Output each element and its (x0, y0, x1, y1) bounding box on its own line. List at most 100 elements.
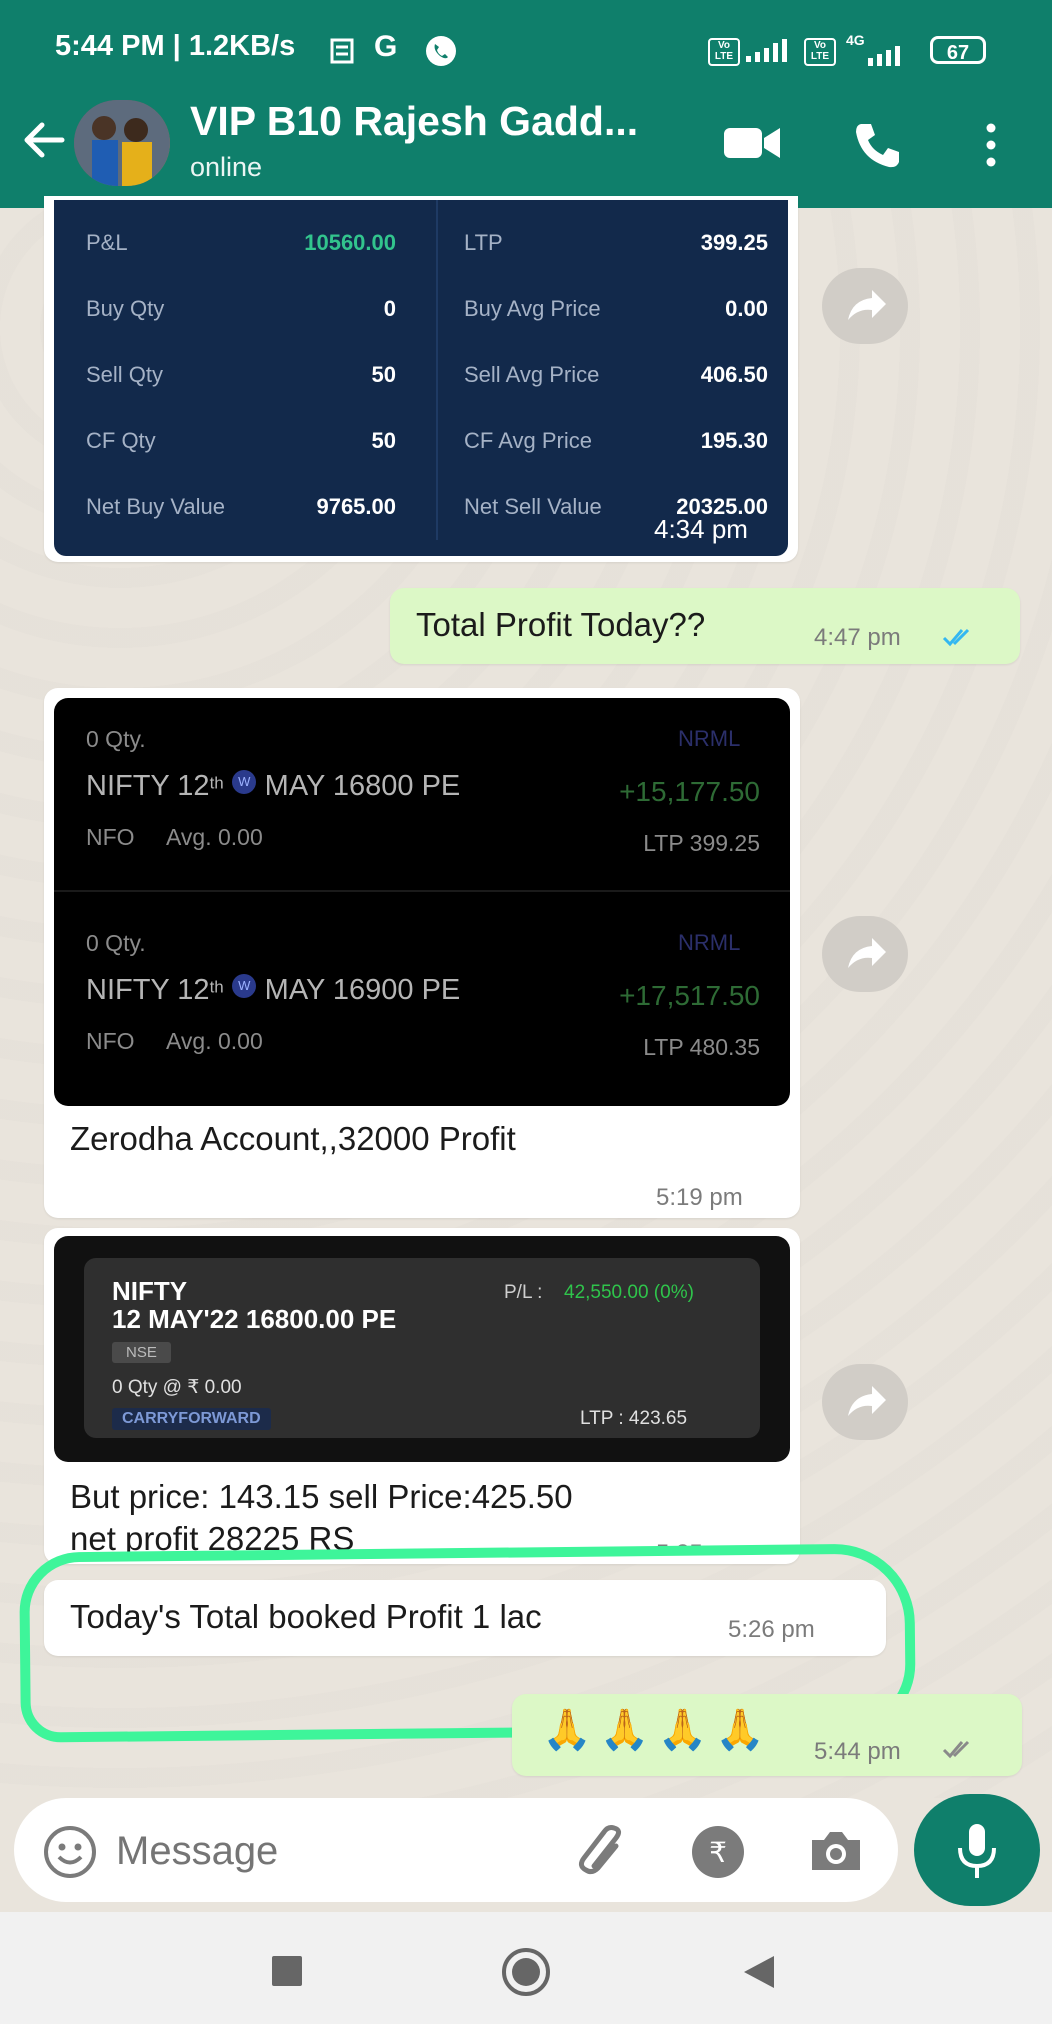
read-receipt-icon (942, 628, 970, 647)
value-sell-qty: 50 (371, 362, 396, 387)
message-time: 5:19 pm (656, 1184, 743, 1211)
message-input[interactable] (114, 1820, 558, 1882)
divider (436, 200, 438, 540)
whatsapp-call-icon (426, 36, 456, 66)
avg-price: Avg. 0.00 (166, 824, 263, 850)
outgoing-message[interactable]: 🙏🙏🙏🙏 5:44 pm (512, 1694, 1022, 1776)
message-caption: Zerodha Account,,32000 Profit (70, 1120, 516, 1157)
voice-call-icon[interactable] (853, 120, 903, 170)
emoji-icon[interactable] (42, 1824, 98, 1880)
position-instrument: NIFTY 12th W MAY 16900 PE (86, 974, 461, 1006)
product-tag: CARRYFORWARD (112, 1408, 271, 1430)
contact-name[interactable]: VIP B10 Rajesh Gadd... (190, 98, 638, 145)
notes-icon (330, 38, 354, 64)
ltp: LTP 480.35 (643, 1034, 760, 1060)
position-pnl: +17,517.50 (619, 980, 760, 1011)
value-sell-avg: 406.50 (700, 362, 768, 387)
forward-icon (848, 938, 886, 968)
value-cf-avg: 195.30 (700, 428, 768, 453)
forward-icon (848, 1386, 886, 1416)
contact-avatar[interactable] (74, 100, 170, 186)
label-buy-qty: Buy Qty (86, 296, 165, 321)
label-ltp: LTP (464, 230, 503, 255)
symbol: NIFTY (112, 1276, 188, 1306)
contact-status: online (190, 152, 263, 182)
product-tag: NRML (678, 726, 741, 751)
recents-button[interactable] (272, 1956, 302, 1986)
label-cf-avg: CF Avg Price (464, 428, 592, 453)
forward-button[interactable] (822, 268, 908, 344)
label-pnl: P&L (86, 230, 128, 255)
camera-icon[interactable] (808, 1828, 864, 1874)
product-tag: NRML (678, 930, 741, 955)
kite-positions-screenshot: 0 Qty. NRML NIFTY 12th W MAY 16800 PE +1… (54, 698, 790, 1106)
pl-label: P/L : (504, 1282, 543, 1303)
position-pnl: +15,177.50 (619, 776, 760, 807)
message-caption-line-1: But price: 143.15 sell Price:425.50 (70, 1478, 573, 1515)
forward-icon (848, 290, 886, 320)
ltp: LTP 399.25 (643, 830, 760, 856)
value-pnl: 10560.00 (304, 230, 396, 255)
label-net-sell: Net Sell Value (464, 494, 602, 519)
message-time: 5:44 pm (814, 1738, 901, 1765)
positions-screenshot: P&L 10560.00 LTP 399.25 Buy Qty 0 Buy Av… (54, 200, 788, 556)
position-instrument: NIFTY 12th W MAY 16800 PE (86, 770, 461, 802)
chat-header: 5:44 PM | 1.2KB/s G Vo LTE Vo LTE 4G 67 VI… (0, 0, 1052, 208)
label-sell-avg: Sell Avg Price (464, 362, 600, 387)
system-nav-bar (0, 1912, 1052, 2024)
microphone-icon (958, 1824, 996, 1878)
forward-button[interactable] (822, 916, 908, 992)
message-text: Total Profit Today?? (416, 606, 706, 643)
value-cf-qty: 50 (371, 428, 396, 453)
message-caption-line-2: net profit 28225 RS (70, 1520, 355, 1552)
status-bar: 5:44 PM | 1.2KB/s G Vo LTE Vo LTE 4G 67 (0, 0, 1052, 100)
divider (54, 890, 790, 892)
more-options-icon[interactable] (976, 120, 1006, 170)
avatar-photo (74, 100, 170, 186)
message-input-bar: ₹ (14, 1798, 898, 1902)
order-card: NIFTY 12 MAY'22 16800.00 PE P/L : 42,550… (84, 1258, 760, 1438)
back-arrow-icon[interactable] (18, 114, 70, 166)
signal-icon (746, 39, 787, 62)
label-net-buy: Net Buy Value (86, 494, 226, 519)
status-time-speed: 5:44 PM | 1.2KB/s (55, 30, 296, 62)
volte-icon: Vo LTE (708, 38, 740, 66)
volte-icon-2: Vo LTE (804, 38, 836, 66)
position-qty: 0 Qty. (86, 930, 146, 956)
payment-icon[interactable]: ₹ (690, 1824, 746, 1880)
avg-price: Avg. 0.00 (166, 1028, 263, 1054)
value-net-buy: 9765.00 (316, 494, 396, 519)
value-buy-qty: 0 (383, 296, 396, 321)
label-sell-qty: Sell Qty (86, 362, 164, 387)
ltp: LTP : 423.65 (580, 1408, 688, 1429)
weekly-badge: W (232, 770, 257, 794)
battery-icon: 67 (930, 36, 986, 64)
order-screenshot: NIFTY 12 MAY'22 16800.00 PE P/L : 42,550… (54, 1236, 790, 1462)
message-emoji: 🙏🙏🙏🙏 (542, 1708, 774, 1752)
video-call-icon[interactable] (722, 120, 782, 166)
pl-value: 42,550.00 (0%) (564, 1282, 694, 1303)
contract: 12 MAY'22 16800.00 PE (112, 1304, 397, 1334)
position-qty: 0 Qty. (86, 726, 146, 752)
signal-icon-2 (868, 46, 900, 66)
label-cf-qty: CF Qty (86, 428, 156, 453)
svg-text:₹: ₹ (709, 1836, 727, 1869)
weekly-badge: W (232, 974, 257, 998)
forward-button[interactable] (822, 1364, 908, 1440)
delivered-receipt-icon (942, 1740, 970, 1759)
back-button[interactable] (742, 1954, 776, 1990)
quantity: 0 Qty @ ₹ 0.00 (112, 1377, 242, 1398)
outgoing-message[interactable]: Total Profit Today?? 4:47 pm (390, 588, 1020, 664)
label-buy-avg: Buy Avg Price (464, 296, 601, 321)
value-buy-avg: 0.00 (725, 296, 768, 321)
attach-icon[interactable] (574, 1824, 634, 1878)
exchange: NFO (86, 824, 135, 850)
exchange: NFO (86, 1028, 135, 1054)
message-time: 4:34 pm (654, 514, 748, 544)
message-time: 4:47 pm (814, 624, 901, 651)
exchange-tag: NSE (112, 1342, 171, 1363)
google-icon: G (374, 30, 398, 63)
home-button[interactable] (500, 1946, 552, 1998)
voice-record-button[interactable] (914, 1794, 1040, 1906)
value-ltp: 399.25 (700, 230, 768, 255)
